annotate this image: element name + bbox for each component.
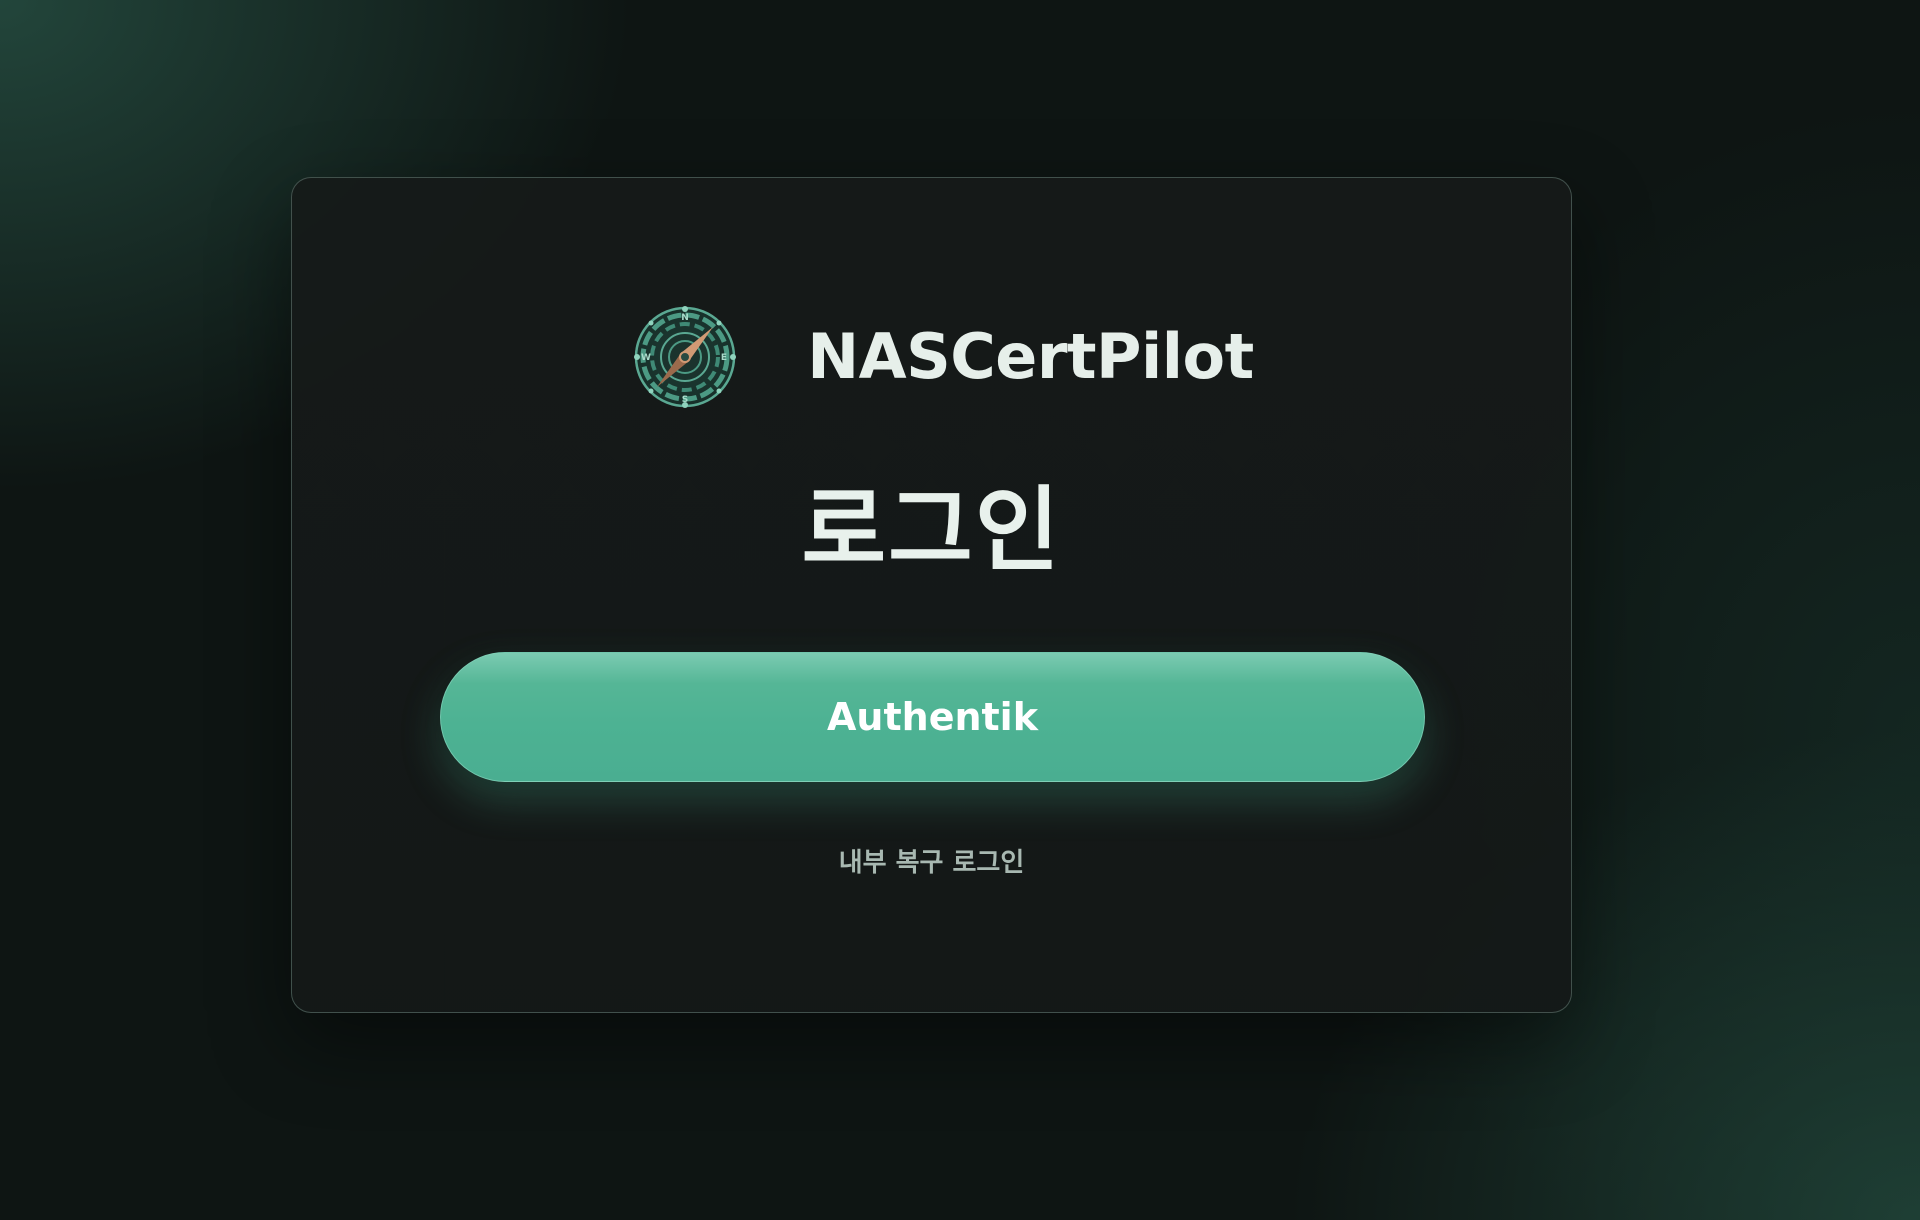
brand-header: N S W E NASCertPilot [292,304,1571,410]
login-card: N S W E NASCertPilot 로그인 Authentik 내부 복구… [291,177,1572,1013]
internal-recovery-login-label: 내부 복구 로그인 [838,848,1025,878]
internal-recovery-login-link[interactable]: 내부 복구 로그인 [292,842,1571,879]
authentik-login-button[interactable]: Authentik [440,652,1425,782]
brand-name: NASCertPilot [807,320,1254,393]
svg-text:E: E [721,353,727,363]
compass-icon: N S W E [633,305,737,409]
svg-text:W: W [641,353,651,363]
authentik-login-button-label: Authentik [827,695,1038,739]
page-title: 로그인 [801,477,1062,584]
svg-text:N: N [681,313,689,323]
svg-text:S: S [682,395,688,405]
